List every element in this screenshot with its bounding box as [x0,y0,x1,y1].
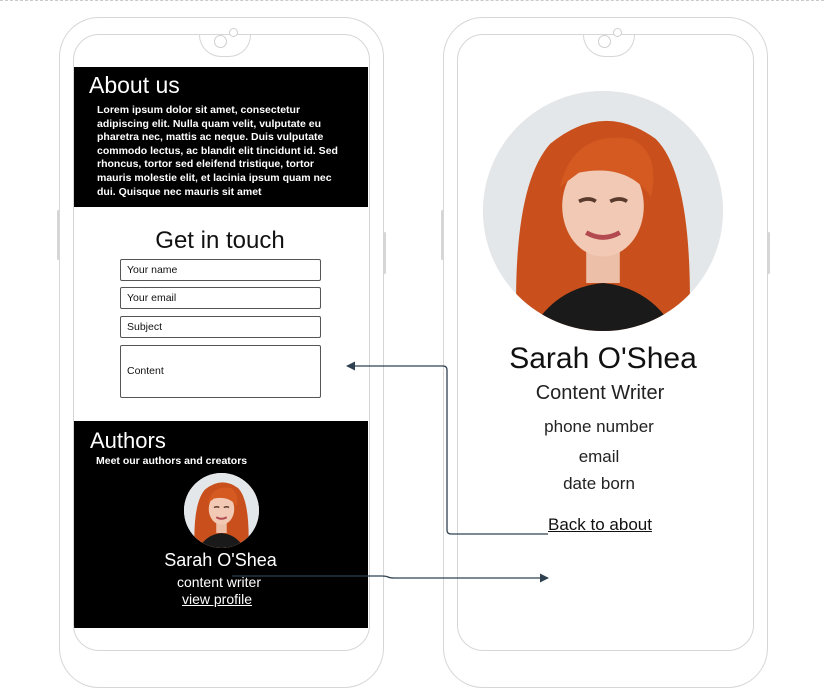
arrow-view-profile [232,573,549,583]
arrow-back-to-contact [346,361,548,535]
flow-arrows [232,361,549,583]
